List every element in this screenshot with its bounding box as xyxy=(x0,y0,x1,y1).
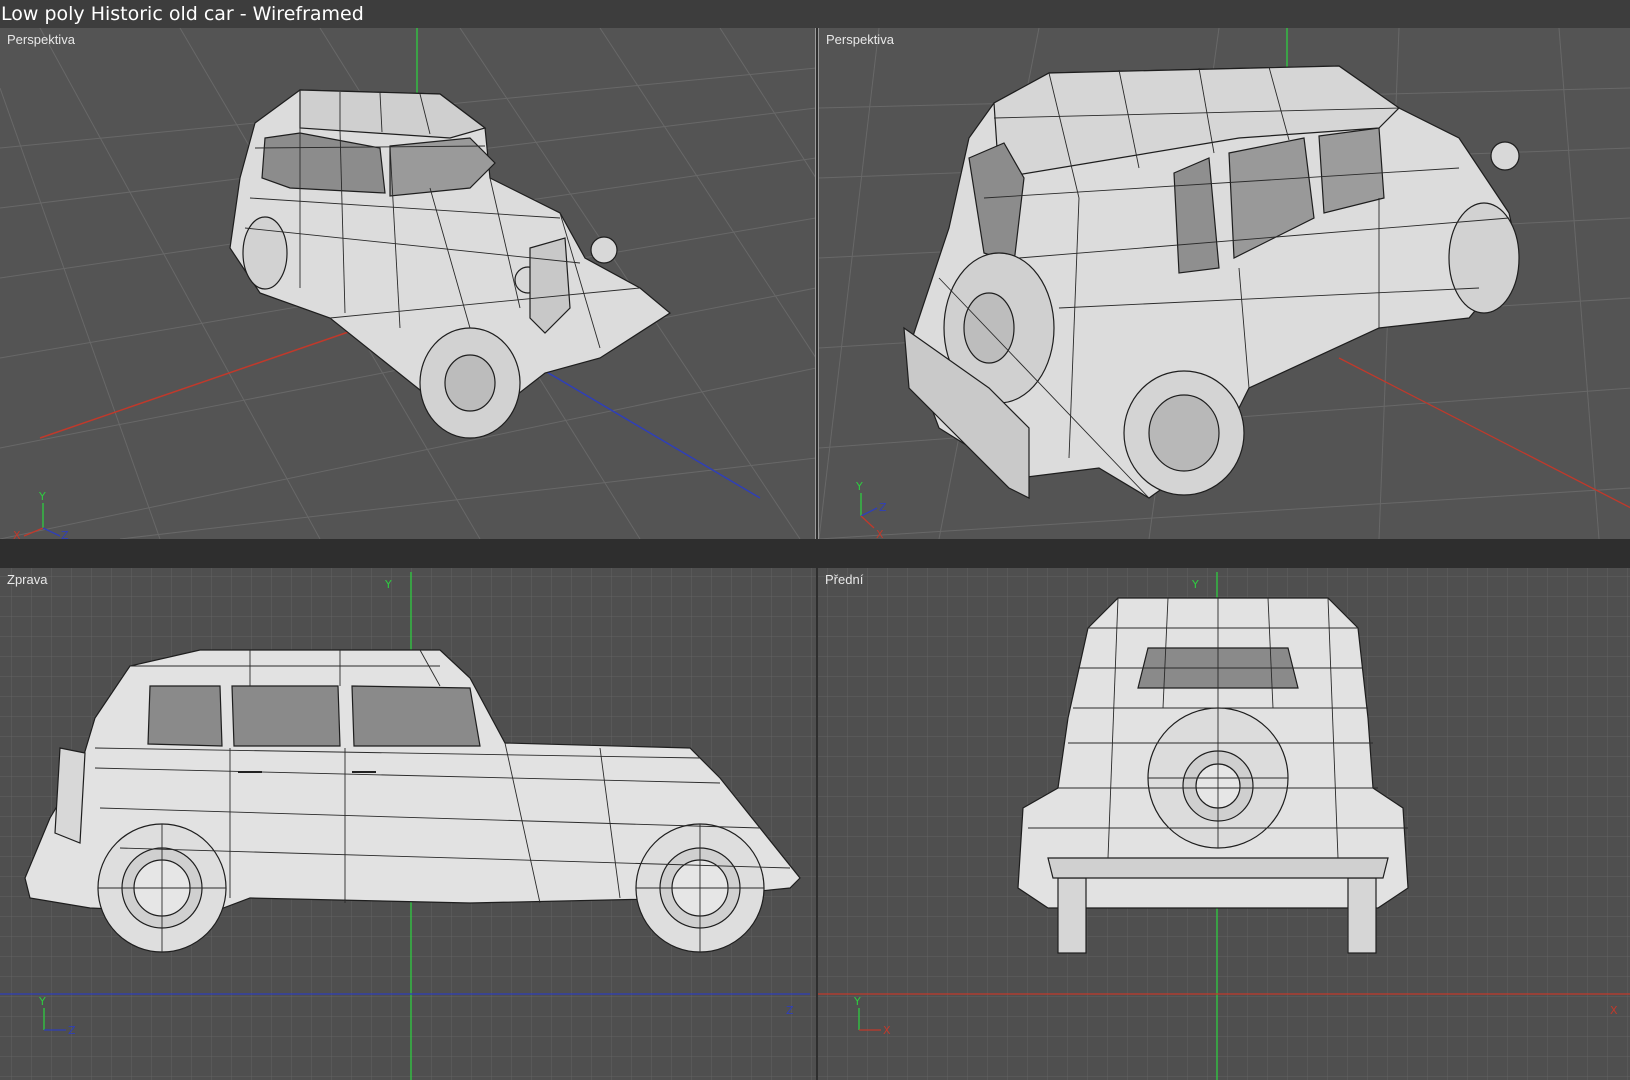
axis-y-label: Y xyxy=(1191,578,1199,591)
axis-x-label: X xyxy=(1610,1004,1618,1017)
gizmo-x-label: X xyxy=(13,529,21,539)
gizmo-z-label: Z xyxy=(879,501,887,514)
axis-gizmo: Y X Z xyxy=(13,490,69,539)
viewport-label: Přední xyxy=(825,572,864,587)
gizmo-x-label: X xyxy=(883,1024,891,1037)
viewport-2-canvas: Y Z X xyxy=(819,28,1630,539)
gizmo-y-label: Y xyxy=(855,480,863,493)
gizmo-z-label: Z xyxy=(61,529,69,539)
car-model-perspective-rear xyxy=(903,65,1520,499)
viewport-1-canvas: Y X Z xyxy=(0,28,815,539)
gizmo-y-label: Y xyxy=(38,490,46,503)
gizmo-y-label: Y xyxy=(38,995,46,1008)
window-title: Low poly Historic old car - Wireframed xyxy=(0,0,1630,28)
gizmo-z-label: Z xyxy=(68,1024,76,1037)
viewport-label: Perspektiva xyxy=(7,32,75,47)
car-model-perspective-front xyxy=(229,89,672,439)
viewport-label: Perspektiva xyxy=(826,32,894,47)
gizmo-x-label: X xyxy=(876,528,884,539)
viewport-4-canvas: Y X Y X xyxy=(818,568,1630,1080)
gizmo-y-label: Y xyxy=(853,995,861,1008)
axis-z-label: Z xyxy=(786,1004,794,1017)
viewport-right[interactable]: Y Z Y Z Zprava xyxy=(0,568,816,1080)
z-axis-line xyxy=(539,367,761,499)
viewport-3-canvas: Y Z Y Z xyxy=(0,568,816,1080)
x-axis-line xyxy=(39,327,361,439)
axis-y-label: Y xyxy=(384,578,392,591)
axis-gizmo: Y Z X xyxy=(855,480,887,539)
viewport-front[interactable]: Y X Y X Přední xyxy=(818,568,1630,1080)
viewport-label: Zprava xyxy=(7,572,48,587)
viewport-perspective-1[interactable]: Y X Z Perspektiva xyxy=(0,28,816,539)
viewport-perspective-2[interactable]: Y Z X Perspektiva xyxy=(818,28,1630,539)
